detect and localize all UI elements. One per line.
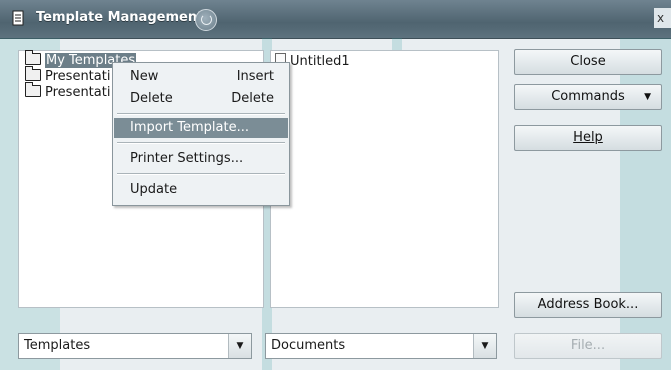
- context-menu: New Insert Delete Delete Import Template…: [112, 62, 290, 206]
- folder-icon: [25, 66, 41, 81]
- chevron-down-icon[interactable]: ▼: [473, 334, 496, 358]
- folder-icon: [25, 82, 41, 97]
- chevron-down-icon[interactable]: ▼: [228, 334, 251, 358]
- menu-item-printer-settings[interactable]: Printer Settings...: [114, 149, 288, 169]
- folder-icon: [25, 50, 41, 65]
- menu-item-update[interactable]: Update: [114, 180, 288, 200]
- dropdown-arrow-icon: ▼: [644, 92, 651, 102]
- document-icon: [12, 10, 24, 26]
- menu-divider: [117, 173, 285, 175]
- window-menu-icon[interactable]: [195, 9, 217, 31]
- documents-combo[interactable]: Documents ▼: [265, 333, 497, 359]
- title-bar: Template Management x: [0, 0, 671, 39]
- menu-item-import-template[interactable]: Import Template...: [114, 118, 288, 138]
- menu-divider: [117, 113, 285, 115]
- address-book-button[interactable]: Address Book...: [514, 292, 662, 318]
- commands-button[interactable]: Commands ▼: [514, 84, 662, 110]
- close-button[interactable]: Close: [514, 49, 662, 75]
- window-title: Template Management: [36, 10, 204, 25]
- tree-item-presentation-2[interactable]: Presentati: [25, 82, 110, 101]
- file-button[interactable]: File...: [514, 333, 662, 359]
- menu-divider: [117, 142, 285, 144]
- close-window-button[interactable]: x: [654, 8, 671, 28]
- tree-item-presentation-1[interactable]: Presentati: [25, 66, 110, 85]
- templates-combo[interactable]: Templates ▼: [18, 333, 252, 359]
- document-list[interactable]: Untitled1: [270, 50, 499, 308]
- menu-item-delete[interactable]: Delete Delete: [114, 89, 288, 109]
- menu-item-new[interactable]: New Insert: [114, 67, 288, 87]
- help-button[interactable]: Help: [514, 125, 662, 151]
